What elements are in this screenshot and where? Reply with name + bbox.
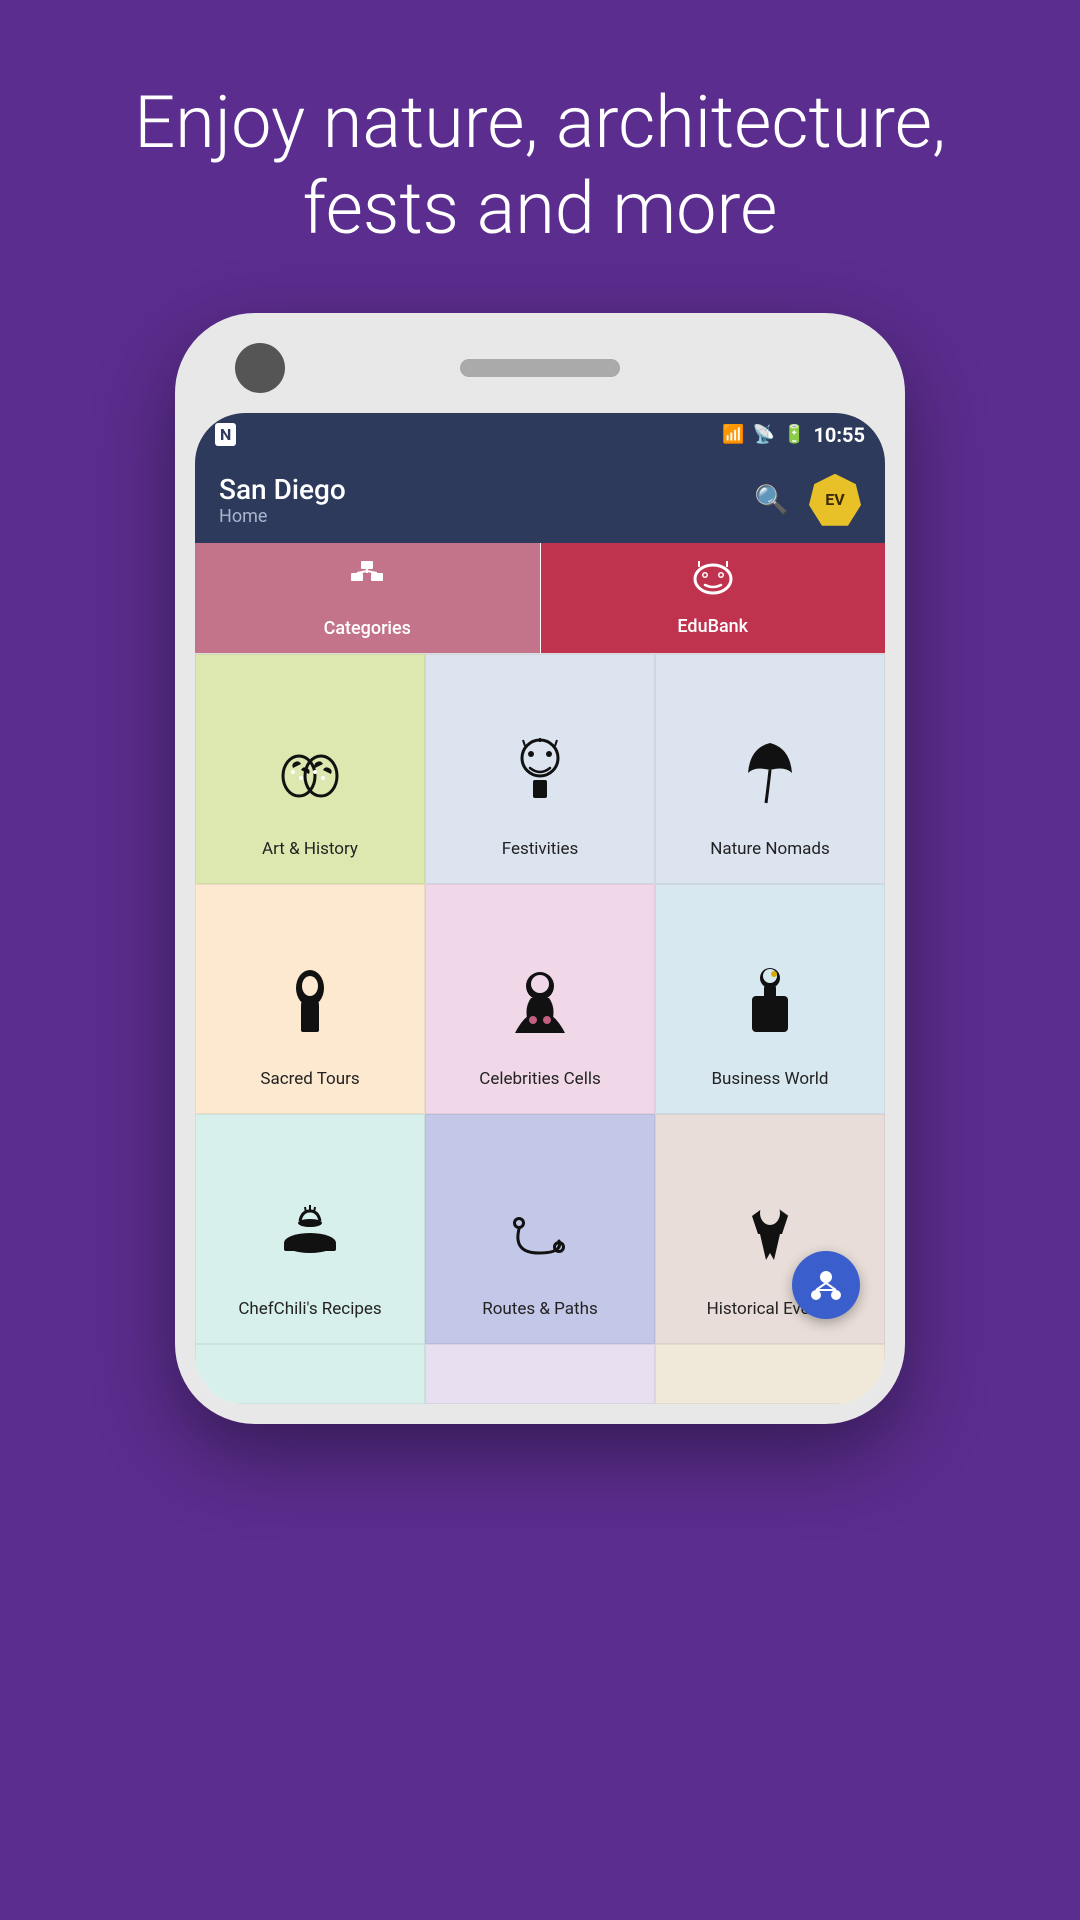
status-bar-left: N [215, 423, 236, 446]
hero-tagline: Enjoy nature, architecture, fests and mo… [0, 0, 1080, 313]
status-time: 10:55 [813, 423, 865, 447]
grid-cell-celebrities[interactable]: Celebrities Cells [425, 884, 655, 1114]
grid-cell-chef-recipes[interactable]: ChefChili's Recipes [195, 1114, 425, 1344]
grid-cell-nature-nomads[interactable]: Nature Nomads [655, 654, 885, 884]
art-history-label: Art & History [262, 839, 358, 859]
partial-bottom-row [195, 1344, 885, 1404]
grid-cell-business-world[interactable]: Business World [655, 884, 885, 1114]
camera [235, 343, 285, 393]
nature-nomads-label: Nature Nomads [710, 839, 829, 859]
app-header: San Diego Home 🔍 EV [195, 457, 885, 543]
category-grid: Art & History Festivities [195, 653, 885, 1344]
notification-icon: N [215, 423, 236, 446]
logo-badge: EV [809, 474, 861, 526]
edubank-icon [691, 559, 735, 608]
nature-nomads-icon [740, 738, 800, 823]
grid-cell-art-history[interactable]: Art & History [195, 654, 425, 884]
search-button[interactable]: 🔍 [754, 483, 789, 516]
city-name: San Diego [219, 473, 346, 506]
phone-bezel-top [195, 343, 885, 413]
art-history-icon [275, 748, 345, 823]
tab-categories[interactable]: Categories [195, 543, 540, 653]
app-header-right: 🔍 EV [754, 474, 861, 526]
business-world-label: Business World [711, 1069, 828, 1089]
business-world-icon [738, 968, 803, 1053]
tab-bar: Categories EduBank [195, 543, 885, 653]
signal-icon: 📡 [753, 424, 775, 445]
wifi-icon: 📶 [722, 424, 744, 445]
battery-icon: 🔋 [783, 424, 805, 445]
partial-cell-3 [655, 1344, 885, 1404]
routes-paths-icon [503, 1203, 578, 1283]
grid-cell-historical-events[interactable]: Historical Events [655, 1114, 885, 1344]
celebrities-icon [505, 968, 575, 1053]
grid-cell-routes-paths[interactable]: Routes & Paths [425, 1114, 655, 1344]
fab-button[interactable] [792, 1251, 860, 1319]
grid-cell-festivities[interactable]: Festivities [425, 654, 655, 884]
festivities-label: Festivities [502, 839, 579, 859]
chef-recipes-icon [278, 1203, 343, 1283]
tab-categories-label: Categories [324, 618, 411, 639]
app-header-left: San Diego Home [219, 473, 346, 527]
grid-cell-sacred-tours[interactable]: Sacred Tours [195, 884, 425, 1114]
sacred-tours-icon [283, 968, 338, 1053]
speaker [460, 359, 620, 377]
tab-edubank-label: EduBank [677, 616, 748, 637]
partial-cell-2 [425, 1344, 655, 1404]
partial-cell-1 [195, 1344, 425, 1404]
phone-device: N 📶 📡 🔋 10:55 San Diego Home 🔍 EV [175, 313, 905, 1424]
festivities-icon [505, 738, 575, 823]
tab-edubank[interactable]: EduBank [541, 543, 886, 653]
sacred-tours-label: Sacred Tours [260, 1069, 359, 1089]
celebrities-label: Celebrities Cells [479, 1069, 601, 1089]
status-bar: N 📶 📡 🔋 10:55 [195, 413, 885, 457]
header-subtitle: Home [219, 506, 346, 527]
status-bar-right: 📶 📡 🔋 10:55 [722, 423, 865, 447]
chef-recipes-label: ChefChili's Recipes [238, 1299, 381, 1319]
historical-events-icon [738, 1198, 803, 1283]
routes-paths-label: Routes & Paths [482, 1299, 597, 1319]
phone-screen: N 📶 📡 🔋 10:55 San Diego Home 🔍 EV [195, 413, 885, 1404]
categories-icon [345, 557, 389, 610]
